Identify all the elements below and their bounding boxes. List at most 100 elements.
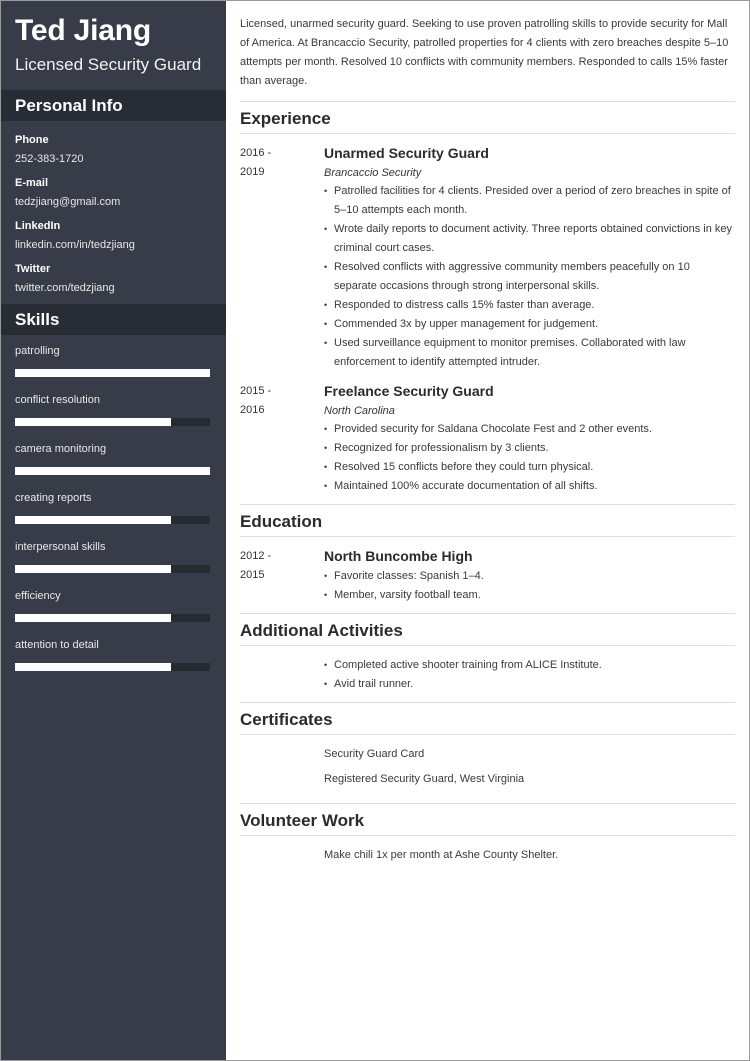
entry-subtitle: North Carolina [324, 405, 395, 417]
entry-subtitle: Brancaccio Security [324, 167, 422, 179]
bullet-item: Used surveillance equipment to monitor p… [324, 334, 735, 372]
bullet-item: Maintained 100% accurate documentation o… [324, 477, 735, 496]
volunteer-item: Make chili 1x per month at Ashe County S… [324, 849, 559, 861]
education-section: Education 2012 - 2015 North Buncombe High F… [240, 505, 735, 614]
twitter-value[interactable]: twitter.com/tedzjiang [15, 280, 212, 297]
bullet-item: Member, varsity football team. [324, 586, 735, 605]
entry-bullets: Provided security for Saldana Chocolate … [324, 420, 735, 496]
skill-item: efficiency [15, 588, 212, 622]
education-heading: Education [240, 505, 735, 537]
bullet-item: Patrolled facilities for 4 clients. Pres… [324, 182, 735, 220]
skill-level-fill [15, 565, 171, 573]
bullet-item: Provided security for Saldana Chocolate … [324, 420, 735, 439]
entry-title: Unarmed Security Guard [324, 145, 489, 161]
bullet-item: Resolved 15 conflicts before they could … [324, 458, 735, 477]
entry-title: Freelance Security Guard [324, 383, 494, 399]
entry-bullets: Favorite classes: Spanish 1–4.Member, va… [324, 567, 735, 605]
activities-heading: Additional Activities [240, 614, 735, 646]
entry-body: Freelance Security Guard North Carolina Pr… [324, 382, 735, 496]
activities-section: Additional Activities Completed active s… [240, 614, 735, 703]
date-start: 2016 - [240, 147, 272, 159]
education-list: 2012 - 2015 North Buncombe High Favorite cl… [240, 537, 735, 605]
skills-list: patrolling conflict resolution camera moni… [1, 335, 226, 671]
phone-value: 252-383-1720 [15, 153, 84, 165]
skill-item: camera monitoring [15, 441, 212, 475]
skill-label: patrolling [15, 345, 60, 357]
bullet-item: Recognized for professionalism by 3 clie… [324, 439, 735, 458]
linkedin-label: LinkedIn [15, 220, 61, 232]
volunteer-section: Volunteer Work Make chili 1x per month a… [240, 804, 735, 879]
bullet-item: Resolved conflicts with aggressive commu… [324, 258, 735, 296]
skill-level-fill [15, 418, 171, 426]
entry-bullets: Patrolled facilities for 4 clients. Pres… [324, 182, 735, 372]
skill-level-fill [15, 369, 210, 377]
entry-title: North Buncombe High [324, 548, 473, 564]
skill-level-fill [15, 614, 171, 622]
experience-heading: Experience [240, 102, 735, 134]
sidebar: Ted Jiang Licensed Security Guard Person… [1, 1, 226, 1060]
skill-item: conflict resolution [15, 392, 212, 426]
entry-dates: 2015 - 2016 [240, 382, 324, 496]
entry-dates: 2016 - 2019 [240, 144, 324, 372]
summary: Licensed, unarmed security guard. Seekin… [240, 1, 735, 102]
email-label: E-mail [15, 177, 49, 189]
bullet-item: Commended 3x by upper management for jud… [324, 315, 735, 334]
skill-level-bar [15, 467, 210, 475]
experience-entry: 2015 - 2016 Freelance Security Guard North … [240, 372, 735, 496]
experience-entry: 2016 - 2019 Unarmed Security Guard Brancacc… [240, 134, 735, 372]
skill-item: attention to detail [15, 637, 212, 671]
skill-level-bar [15, 516, 210, 524]
personal-info-list: Phone 252-383-1720 E-mail tedzjiang@gmai… [1, 121, 226, 297]
skills-heading: Skills [1, 304, 226, 335]
skill-item: creating reports [15, 490, 212, 524]
bullet-item: Completed active shooter training from A… [324, 656, 735, 675]
skill-label: conflict resolution [15, 394, 100, 406]
main-content: Licensed, unarmed security guard. Seekin… [226, 1, 749, 1060]
experience-section: Experience 2016 - 2019 Unarmed Security Gu… [240, 102, 735, 505]
candidate-role: Licensed Security Guard [15, 55, 202, 74]
skill-item: interpersonal skills [15, 539, 212, 573]
email-value[interactable]: tedzjiang@gmail.com [15, 194, 212, 211]
skill-level-bar [15, 565, 210, 573]
personal-info-heading: Personal Info [1, 90, 226, 121]
certificates-heading: Certificates [240, 703, 735, 735]
experience-list: 2016 - 2019 Unarmed Security Guard Brancacc… [240, 134, 735, 496]
skill-label: attention to detail [15, 639, 99, 651]
phone-label: Phone [15, 134, 49, 146]
volunteer-list: Make chili 1x per month at Ashe County S… [240, 836, 735, 865]
entry-body: North Buncombe High Favorite classes: Spa… [324, 547, 735, 605]
date-start: 2012 - [240, 550, 272, 562]
entry-body: Unarmed Security Guard Brancaccio Securit… [324, 144, 735, 372]
bullet-item: Favorite classes: Spanish 1–4. [324, 567, 735, 586]
volunteer-heading: Volunteer Work [240, 804, 735, 836]
activities-list: Completed active shooter training from A… [324, 656, 735, 694]
date-start: 2015 - [240, 385, 272, 397]
skill-level-bar [15, 614, 210, 622]
skill-level-bar [15, 663, 210, 671]
certificates-list: Security Guard Card Registered Security G… [240, 735, 735, 789]
bullet-item: Avid trail runner. [324, 675, 735, 694]
certificates-section: Certificates Security Guard Card Register… [240, 703, 735, 804]
candidate-name: Ted Jiang [15, 14, 151, 47]
certificate-item: Security Guard Card [324, 748, 425, 760]
bullet-item: Wrote daily reports to document activity… [324, 220, 735, 258]
skill-label: interpersonal skills [15, 541, 106, 553]
date-end: 2015 [240, 569, 265, 581]
resume-page: Ted Jiang Licensed Security Guard Person… [0, 0, 750, 1061]
activities-body: Completed active shooter training from A… [240, 646, 735, 694]
skill-label: efficiency [15, 590, 61, 602]
skill-item: patrolling [15, 343, 212, 377]
linkedin-value[interactable]: linkedin.com/in/tedzjiang [15, 237, 212, 254]
skill-level-fill [15, 663, 171, 671]
twitter-label: Twitter [15, 263, 51, 275]
bullet-item: Responded to distress calls 15% faster t… [324, 296, 735, 315]
skill-level-bar [15, 369, 210, 377]
skill-label: creating reports [15, 492, 92, 504]
entry-dates: 2012 - 2015 [240, 547, 324, 605]
education-entry: 2012 - 2015 North Buncombe High Favorite cl… [240, 537, 735, 605]
skill-level-fill [15, 516, 171, 524]
date-end: 2016 [240, 404, 265, 416]
certificate-item: Registered Security Guard, West Virginia [324, 773, 525, 785]
skill-label: camera monitoring [15, 443, 107, 455]
skill-level-bar [15, 418, 210, 426]
